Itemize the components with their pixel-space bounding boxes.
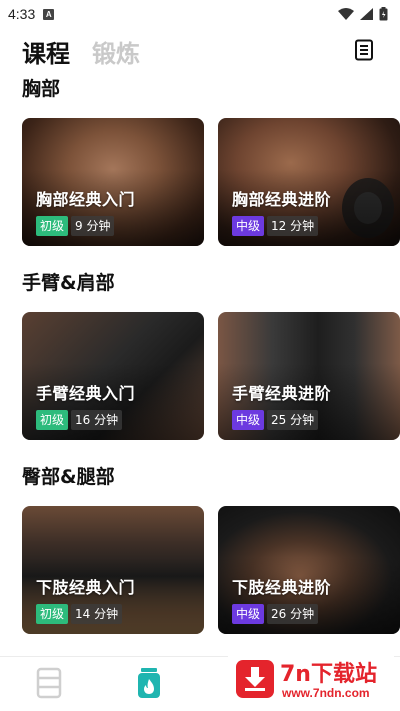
download-arrow-icon — [245, 667, 265, 691]
section-title-chest: 胸部 — [22, 78, 61, 100]
duration-badge: 12 分钟 — [267, 216, 319, 236]
header-tabs: 课程 锻炼 — [22, 34, 140, 69]
card-title: 下肢经典入门 — [36, 578, 136, 597]
status-icons — [338, 7, 388, 21]
course-card-arms-intermediate[interactable]: 手臂经典进阶 中级 25 分钟 — [218, 312, 400, 440]
duration-badge: 25 分钟 — [267, 410, 319, 430]
card-title: 胸部经典进阶 — [232, 190, 332, 209]
watermark: 7n下载站 www.7ndn.com — [228, 652, 394, 706]
course-card-legs-beginner[interactable]: 下肢经典入门 初级 14 分钟 — [22, 506, 204, 634]
signal-icon — [360, 8, 373, 20]
watermark-url: www.7ndn.com — [282, 686, 370, 700]
card-title: 下肢经典进阶 — [232, 578, 332, 597]
course-book-icon — [36, 667, 62, 699]
course-card-chest-beginner[interactable]: 胸部经典入门 初级 9 分钟 — [22, 118, 204, 246]
battery-icon — [379, 7, 388, 21]
duration-badge: 14 分钟 — [71, 604, 123, 624]
level-badge: 初级 — [36, 604, 69, 624]
course-card-legs-intermediate[interactable]: 下肢经典进阶 中级 26 分钟 — [218, 506, 400, 634]
watermark-title: 7n下载站 — [280, 662, 377, 687]
menu-button[interactable] — [352, 38, 376, 62]
level-badge: 初级 — [36, 410, 69, 430]
nav-workout[interactable] — [136, 667, 162, 699]
level-badge: 中级 — [232, 410, 265, 430]
course-card-chest-intermediate[interactable]: 胸部经典进阶 中级 12 分钟 — [218, 118, 400, 246]
card-meta: 中级 12 分钟 — [232, 216, 319, 236]
fire-jar-icon — [138, 668, 160, 698]
tab-workout[interactable]: 锻炼 — [92, 34, 140, 69]
card-title: 手臂经典进阶 — [232, 384, 332, 403]
level-badge: 初级 — [36, 216, 69, 236]
status-bar: 4:33 A — [0, 0, 400, 28]
document-list-icon — [355, 39, 373, 61]
duration-badge: 9 分钟 — [71, 216, 115, 236]
card-meta: 初级 14 分钟 — [36, 604, 123, 624]
level-badge: 中级 — [232, 216, 265, 236]
card-meta: 中级 25 分钟 — [232, 410, 319, 430]
status-time: 4:33 — [8, 6, 36, 22]
duration-badge: 16 分钟 — [71, 410, 123, 430]
card-title: 胸部经典入门 — [36, 190, 136, 209]
level-badge: 中级 — [232, 604, 265, 624]
nav-course[interactable] — [36, 667, 62, 699]
duration-badge: 26 分钟 — [267, 604, 319, 624]
watermark-logo — [236, 660, 274, 698]
card-meta: 初级 16 分钟 — [36, 410, 123, 430]
card-meta: 中级 26 分钟 — [232, 604, 319, 624]
section-title-arms: 手臂&肩部 — [22, 272, 115, 294]
card-meta: 初级 9 分钟 — [36, 216, 115, 236]
tab-courses[interactable]: 课程 — [22, 34, 70, 69]
course-card-arms-beginner[interactable]: 手臂经典入门 初级 16 分钟 — [22, 312, 204, 440]
card-title: 手臂经典入门 — [36, 384, 136, 403]
notification-icon: A — [43, 8, 55, 20]
section-title-legs: 臀部&腿部 — [22, 466, 115, 488]
wifi-icon — [338, 8, 354, 20]
